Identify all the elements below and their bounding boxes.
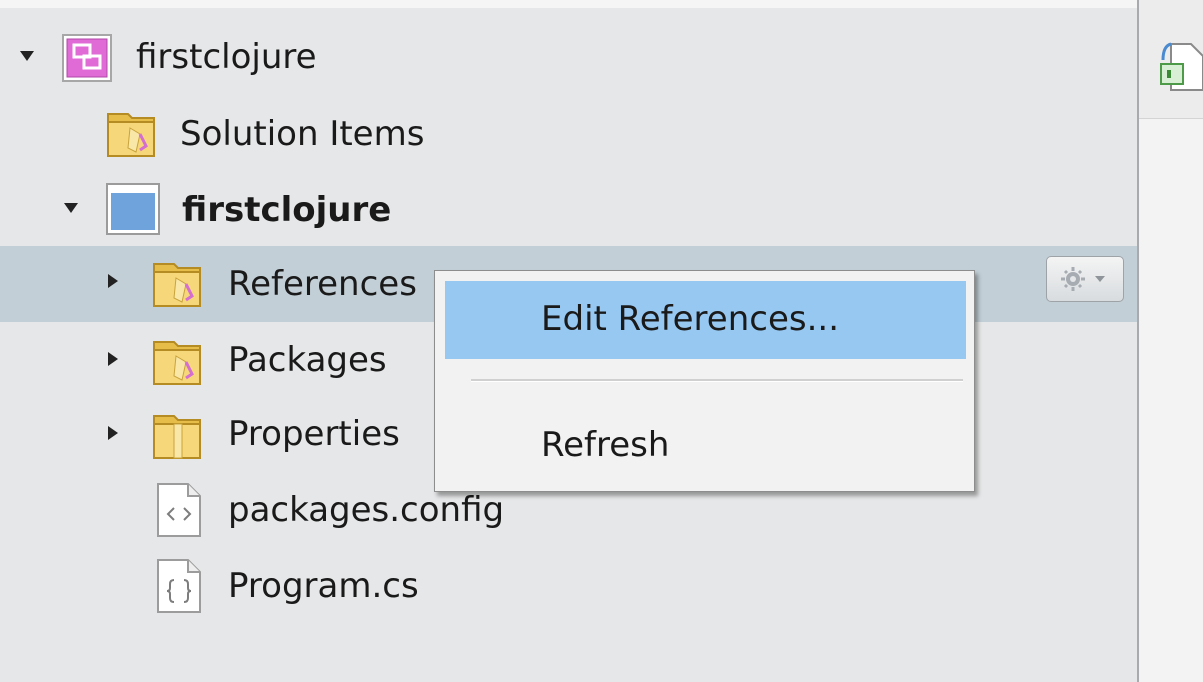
csharp-file-icon: [156, 558, 202, 618]
tree-row-program-cs[interactable]: Program.cs: [0, 550, 1137, 626]
packages-label: Packages: [228, 340, 387, 380]
context-menu: Edit References... Refresh: [434, 270, 975, 492]
row-options-button[interactable]: [1046, 256, 1124, 302]
folder-icon: [106, 108, 164, 164]
editor-pane: [1139, 0, 1203, 682]
references-label: References: [228, 264, 417, 304]
collapse-arrow-icon[interactable]: [108, 426, 118, 440]
solution-icon: [62, 34, 112, 86]
tree-row-solution[interactable]: firstclojure: [0, 18, 1137, 94]
tree-row-project[interactable]: firstclojure: [0, 170, 1137, 246]
tree-row-solution-items[interactable]: Solution Items: [0, 94, 1137, 170]
menu-separator: [471, 379, 963, 382]
solution-label: firstclojure: [136, 37, 317, 77]
menu-item-refresh[interactable]: Refresh: [445, 407, 966, 485]
gear-icon: [1061, 267, 1105, 291]
collapse-arrow-icon[interactable]: [108, 352, 118, 366]
project-label: firstclojure: [182, 190, 392, 230]
menu-item-label: Refresh: [541, 425, 670, 465]
solution-items-label: Solution Items: [180, 114, 425, 154]
folder-icon: [152, 258, 210, 314]
program-cs-label: Program.cs: [228, 566, 419, 606]
packages-config-label: packages.config: [228, 490, 505, 530]
document-icon[interactable]: [1159, 40, 1203, 92]
folder-icon: [152, 336, 210, 392]
xml-file-icon: [156, 482, 202, 542]
properties-label: Properties: [228, 414, 400, 454]
project-icon: [106, 183, 162, 239]
collapse-arrow-icon[interactable]: [108, 274, 118, 288]
menu-item-label: Edit References...: [541, 299, 839, 339]
folder-icon: [152, 410, 210, 466]
menu-item-edit-references[interactable]: Edit References...: [445, 281, 966, 359]
pane-top-strip: [0, 0, 1137, 8]
expand-arrow-icon[interactable]: [64, 203, 78, 213]
expand-arrow-icon[interactable]: [20, 51, 34, 61]
